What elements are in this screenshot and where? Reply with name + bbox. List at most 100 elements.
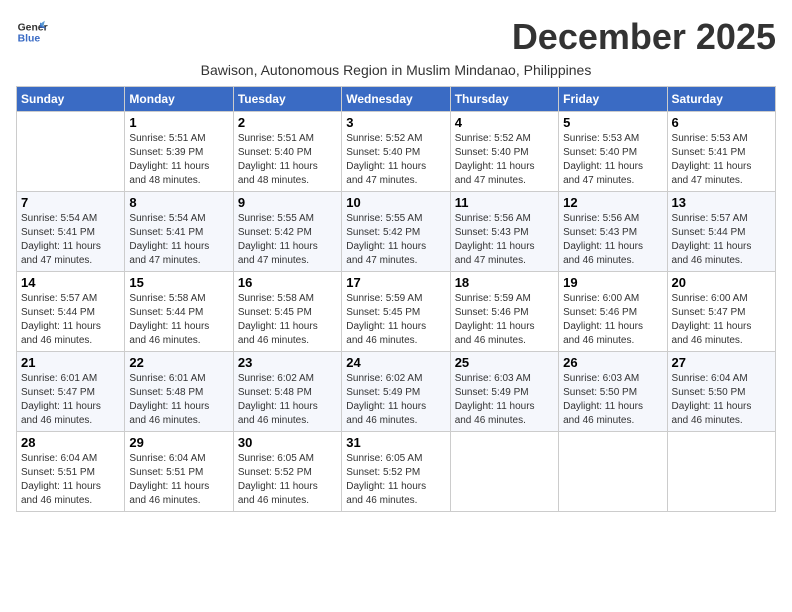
day-number: 14 [21, 275, 120, 290]
day-detail: Sunrise: 6:05 AMSunset: 5:52 PMDaylight:… [346, 452, 445, 508]
calendar-cell: 19 Sunrise: 6:00 AMSunset: 5:46 PMDayligh… [559, 272, 667, 352]
day-detail: Sunrise: 5:52 AMSunset: 5:40 PMDaylight:… [455, 132, 554, 188]
week-row-3: 14 Sunrise: 5:57 AMSunset: 5:44 PMDayligh… [17, 272, 776, 352]
calendar-cell: 28 Sunrise: 6:04 AMSunset: 5:51 PMDayligh… [17, 432, 125, 512]
calendar-cell [667, 432, 775, 512]
col-header-friday: Friday [559, 87, 667, 112]
day-detail: Sunrise: 6:00 AMSunset: 5:46 PMDaylight:… [563, 292, 662, 348]
day-detail: Sunrise: 5:55 AMSunset: 5:42 PMDaylight:… [346, 212, 445, 268]
day-detail: Sunrise: 6:04 AMSunset: 5:51 PMDaylight:… [21, 452, 120, 508]
day-detail: Sunrise: 6:00 AMSunset: 5:47 PMDaylight:… [672, 292, 771, 348]
day-detail: Sunrise: 5:54 AMSunset: 5:41 PMDaylight:… [21, 212, 120, 268]
calendar-cell: 17 Sunrise: 5:59 AMSunset: 5:45 PMDayligh… [342, 272, 450, 352]
day-number: 9 [238, 195, 337, 210]
day-detail: Sunrise: 5:59 AMSunset: 5:45 PMDaylight:… [346, 292, 445, 348]
day-number: 11 [455, 195, 554, 210]
day-number: 22 [129, 355, 228, 370]
day-number: 8 [129, 195, 228, 210]
day-number: 6 [672, 115, 771, 130]
day-number: 21 [21, 355, 120, 370]
week-row-5: 28 Sunrise: 6:04 AMSunset: 5:51 PMDayligh… [17, 432, 776, 512]
calendar-cell: 18Sunrise: 5:59 AMSunset: 5:46 PMDayligh… [450, 272, 558, 352]
day-detail: Sunrise: 5:51 AMSunset: 5:40 PMDaylight:… [238, 132, 337, 188]
day-number: 1 [129, 115, 228, 130]
col-header-saturday: Saturday [667, 87, 775, 112]
logo-icon: General Blue [16, 16, 48, 48]
calendar-cell: 25 Sunrise: 6:03 AMSunset: 5:49 PMDayligh… [450, 352, 558, 432]
day-number: 17 [346, 275, 445, 290]
day-detail: Sunrise: 5:57 AMSunset: 5:44 PMDaylight:… [672, 212, 771, 268]
day-detail: Sunrise: 5:55 AMSunset: 5:42 PMDaylight:… [238, 212, 337, 268]
calendar-cell: 22 Sunrise: 6:01 AMSunset: 5:48 PMDayligh… [125, 352, 233, 432]
day-detail: Sunrise: 5:54 AMSunset: 5:41 PMDaylight:… [129, 212, 228, 268]
calendar-cell: 4 Sunrise: 5:52 AMSunset: 5:40 PMDaylight… [450, 112, 558, 192]
day-number: 31 [346, 435, 445, 450]
day-number: 4 [455, 115, 554, 130]
calendar-cell: 16 Sunrise: 5:58 AMSunset: 5:45 PMDayligh… [233, 272, 341, 352]
day-detail: Sunrise: 5:53 AMSunset: 5:40 PMDaylight:… [563, 132, 662, 188]
calendar-cell: 13Sunrise: 5:57 AMSunset: 5:44 PMDayligh… [667, 192, 775, 272]
calendar-cell: 7 Sunrise: 5:54 AMSunset: 5:41 PMDaylight… [17, 192, 125, 272]
day-detail: Sunrise: 5:51 AMSunset: 5:39 PMDaylight:… [129, 132, 228, 188]
day-number: 20 [672, 275, 771, 290]
calendar-subtitle: Bawison, Autonomous Region in Muslim Min… [16, 62, 776, 78]
week-row-1: 1 Sunrise: 5:51 AMSunset: 5:39 PMDaylight… [17, 112, 776, 192]
calendar-cell: 30Sunrise: 6:05 AMSunset: 5:52 PMDayligh… [233, 432, 341, 512]
calendar-cell: 1 Sunrise: 5:51 AMSunset: 5:39 PMDaylight… [125, 112, 233, 192]
day-number: 28 [21, 435, 120, 450]
calendar-cell: 2 Sunrise: 5:51 AMSunset: 5:40 PMDaylight… [233, 112, 341, 192]
calendar-cell [450, 432, 558, 512]
day-number: 12 [563, 195, 662, 210]
day-number: 15 [129, 275, 228, 290]
day-detail: Sunrise: 6:03 AMSunset: 5:49 PMDaylight:… [455, 372, 554, 428]
calendar-cell: 21 Sunrise: 6:01 AMSunset: 5:47 PMDayligh… [17, 352, 125, 432]
col-header-thursday: Thursday [450, 87, 558, 112]
calendar-cell: 29 Sunrise: 6:04 AMSunset: 5:51 PMDayligh… [125, 432, 233, 512]
logo: General Blue [16, 16, 48, 48]
day-detail: Sunrise: 6:02 AMSunset: 5:48 PMDaylight:… [238, 372, 337, 428]
day-number: 7 [21, 195, 120, 210]
calendar-table: SundayMondayTuesdayWednesdayThursdayFrid… [16, 86, 776, 512]
week-row-4: 21 Sunrise: 6:01 AMSunset: 5:47 PMDayligh… [17, 352, 776, 432]
day-number: 5 [563, 115, 662, 130]
day-number: 26 [563, 355, 662, 370]
day-number: 3 [346, 115, 445, 130]
day-number: 10 [346, 195, 445, 210]
col-header-wednesday: Wednesday [342, 87, 450, 112]
day-number: 16 [238, 275, 337, 290]
day-detail: Sunrise: 6:01 AMSunset: 5:48 PMDaylight:… [129, 372, 228, 428]
calendar-header: SundayMondayTuesdayWednesdayThursdayFrid… [17, 87, 776, 112]
day-detail: Sunrise: 5:56 AMSunset: 5:43 PMDaylight:… [455, 212, 554, 268]
day-detail: Sunrise: 6:04 AMSunset: 5:51 PMDaylight:… [129, 452, 228, 508]
calendar-cell: 3Sunrise: 5:52 AMSunset: 5:40 PMDaylight… [342, 112, 450, 192]
calendar-cell [17, 112, 125, 192]
col-header-tuesday: Tuesday [233, 87, 341, 112]
calendar-cell: 27 Sunrise: 6:04 AMSunset: 5:50 PMDayligh… [667, 352, 775, 432]
day-number: 24 [346, 355, 445, 370]
col-header-monday: Monday [125, 87, 233, 112]
day-number: 18 [455, 275, 554, 290]
month-title: December 2025 [512, 16, 776, 58]
day-number: 2 [238, 115, 337, 130]
calendar-cell: 14 Sunrise: 5:57 AMSunset: 5:44 PMDayligh… [17, 272, 125, 352]
day-detail: Sunrise: 5:58 AMSunset: 5:45 PMDaylight:… [238, 292, 337, 348]
page-header: General Blue December 2025 [16, 16, 776, 58]
day-detail: Sunrise: 5:57 AMSunset: 5:44 PMDaylight:… [21, 292, 120, 348]
day-number: 19 [563, 275, 662, 290]
calendar-cell: 5 Sunrise: 5:53 AMSunset: 5:40 PMDaylight… [559, 112, 667, 192]
calendar-cell: 6 Sunrise: 5:53 AMSunset: 5:41 PMDaylight… [667, 112, 775, 192]
day-detail: Sunrise: 6:01 AMSunset: 5:47 PMDaylight:… [21, 372, 120, 428]
day-number: 27 [672, 355, 771, 370]
day-number: 25 [455, 355, 554, 370]
day-detail: Sunrise: 6:04 AMSunset: 5:50 PMDaylight:… [672, 372, 771, 428]
week-row-2: 7 Sunrise: 5:54 AMSunset: 5:41 PMDaylight… [17, 192, 776, 272]
col-header-sunday: Sunday [17, 87, 125, 112]
calendar-cell: 12 Sunrise: 5:56 AMSunset: 5:43 PMDayligh… [559, 192, 667, 272]
calendar-cell: 24Sunrise: 6:02 AMSunset: 5:49 PMDayligh… [342, 352, 450, 432]
day-number: 29 [129, 435, 228, 450]
day-detail: Sunrise: 5:53 AMSunset: 5:41 PMDaylight:… [672, 132, 771, 188]
calendar-cell: 23Sunrise: 6:02 AMSunset: 5:48 PMDayligh… [233, 352, 341, 432]
calendar-cell: 10 Sunrise: 5:55 AMSunset: 5:42 PMDayligh… [342, 192, 450, 272]
day-detail: Sunrise: 5:56 AMSunset: 5:43 PMDaylight:… [563, 212, 662, 268]
calendar-cell: 9 Sunrise: 5:55 AMSunset: 5:42 PMDaylight… [233, 192, 341, 272]
